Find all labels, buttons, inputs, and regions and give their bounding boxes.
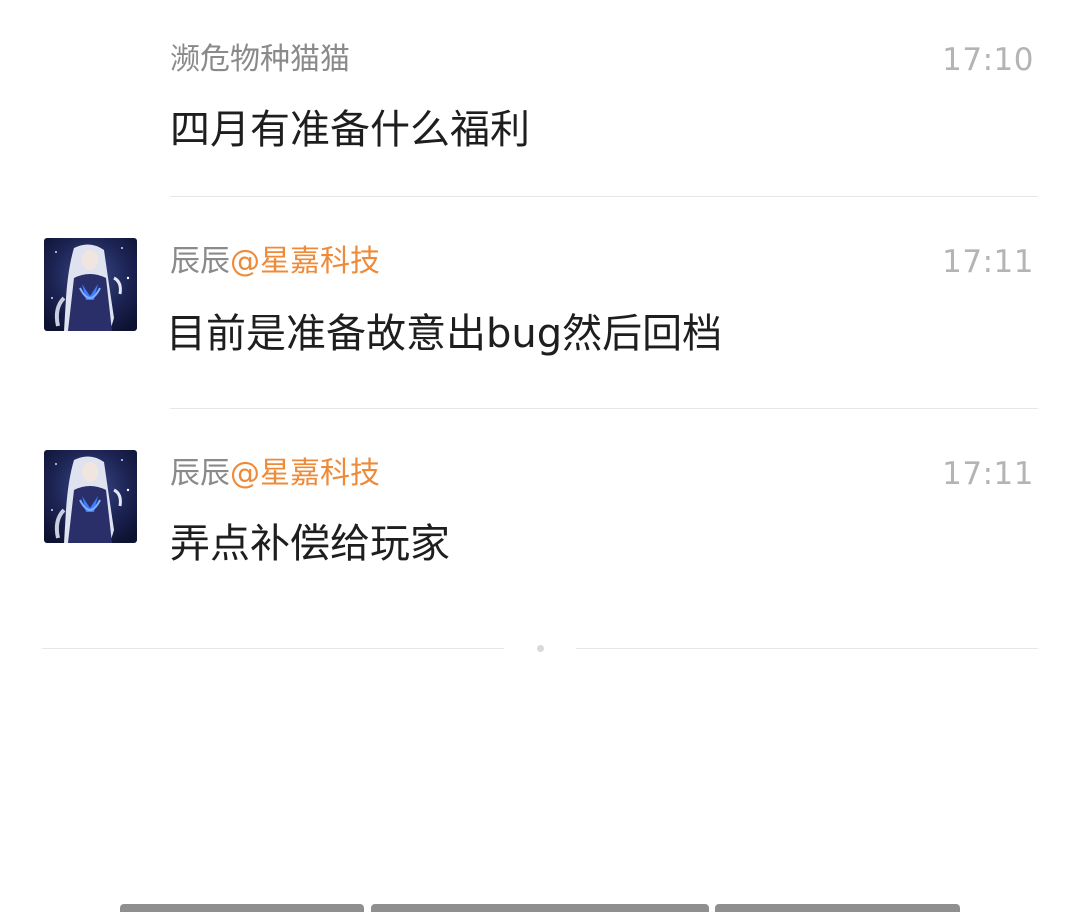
- message-time: 17:10: [942, 42, 1034, 78]
- sender-name[interactable]: 濒危物种猫猫: [170, 40, 350, 80]
- avatar-anime-character-icon: [44, 450, 137, 543]
- bottom-bar-segment: [120, 904, 364, 912]
- avatar-anime-character-icon: [44, 238, 137, 331]
- message-divider: [170, 408, 1038, 409]
- message-time: 17:11: [942, 456, 1034, 492]
- message-text[interactable]: 目前是准备故意出bug然后回档: [166, 308, 722, 360]
- bottom-bar-segment: [371, 904, 709, 912]
- avatar[interactable]: [44, 450, 137, 543]
- sender-name[interactable]: 辰辰@星嘉科技: [170, 242, 380, 282]
- sender-name[interactable]: 辰辰@星嘉科技: [170, 454, 380, 494]
- chat-message: 辰辰@星嘉科技 17:11 目前是准备故意出bug然后回档: [0, 200, 1080, 410]
- message-divider: [170, 196, 1038, 197]
- chat-message: 辰辰@星嘉科技 17:11 弄点补偿给玩家: [0, 412, 1080, 632]
- chat-message-list: 濒危物种猫猫 17:10 四月有准备什么福利 辰辰@星嘉科技 17:11 目前是…: [0, 0, 1080, 912]
- sender-name-text: 辰辰: [170, 456, 230, 491]
- message-time: 17:11: [942, 244, 1034, 280]
- end-divider-right: [576, 648, 1038, 649]
- message-text[interactable]: 弄点补偿给玩家: [170, 518, 450, 570]
- end-of-list-dot-icon: [537, 645, 544, 652]
- sender-name-text: 辰辰: [170, 244, 230, 279]
- sender-name-text: 濒危物种猫猫: [170, 42, 350, 77]
- sender-org: @星嘉科技: [230, 244, 380, 279]
- bottom-bar-segment: [715, 904, 960, 912]
- sender-org: @星嘉科技: [230, 456, 380, 491]
- message-text[interactable]: 四月有准备什么福利: [170, 104, 530, 156]
- avatar[interactable]: [44, 238, 137, 331]
- end-divider-left: [42, 648, 504, 649]
- chat-message: 濒危物种猫猫 17:10 四月有准备什么福利: [0, 0, 1080, 200]
